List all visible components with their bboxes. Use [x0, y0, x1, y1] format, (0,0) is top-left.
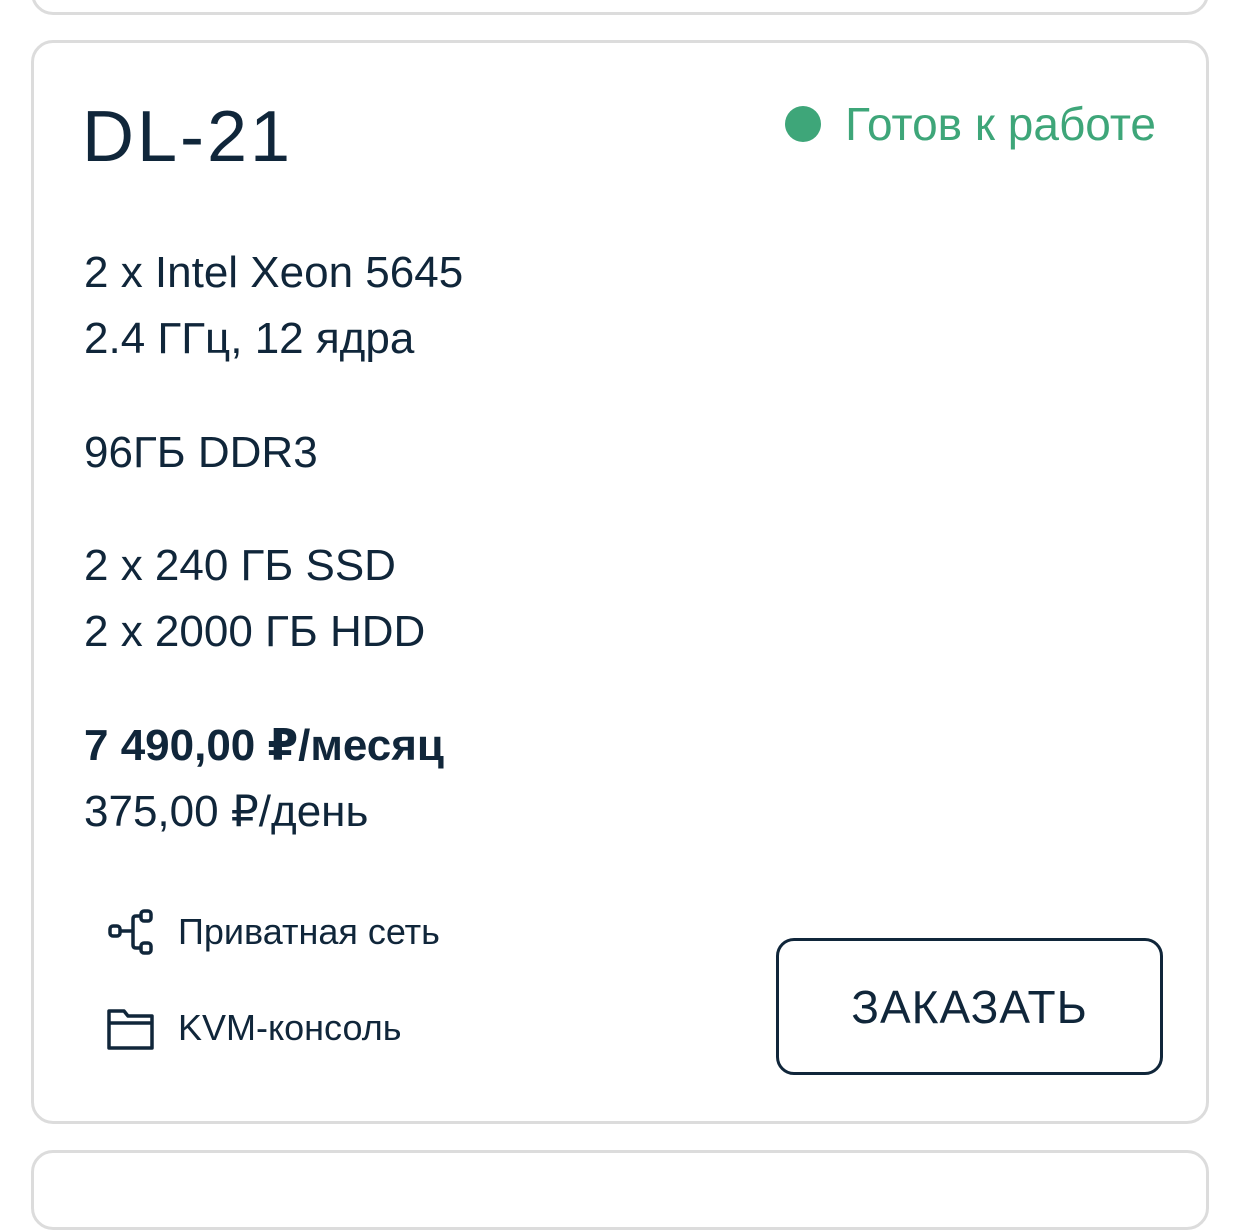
price-daily: 375,00 ₽/день [84, 787, 369, 836]
folder-icon [106, 1003, 156, 1053]
price-block: 7 490,00 ₽/месяц 375,00 ₽/день [84, 713, 444, 845]
next-server-card [31, 1150, 1209, 1230]
status-dot-icon [785, 106, 822, 142]
feature-kvm-console: KVM-консоль [106, 1003, 401, 1053]
order-button[interactable]: ЗАКАЗАТЬ [776, 938, 1163, 1075]
previous-server-card [31, 0, 1209, 15]
status-label: Готов к работе [845, 98, 1156, 150]
feature-label: Приватная сеть [178, 911, 440, 952]
feature-private-network: Приватная сеть [106, 907, 440, 957]
status-indicator: Готов к работе [785, 101, 1156, 147]
storage-hdd: 2 x 2000 ГБ HDD [84, 607, 426, 656]
price-monthly: 7 490,00 ₽/месяц [84, 721, 444, 770]
cpu-model: 2 x Intel Xeon 5645 [84, 248, 464, 297]
ram-spec: 96ГБ DDR3 [84, 420, 318, 486]
cpu-frequency-cores: 2.4 ГГц, 12 ядра [84, 314, 415, 363]
server-card: DL-21 Готов к работе 2 x Intel Xeon 5645… [31, 40, 1209, 1124]
cpu-spec: 2 x Intel Xeon 5645 2.4 ГГц, 12 ядра [84, 240, 463, 372]
storage-spec: 2 x 240 ГБ SSD 2 x 2000 ГБ HDD [84, 533, 425, 665]
storage-ssd: 2 x 240 ГБ SSD [84, 541, 396, 590]
server-name: DL-21 [82, 97, 294, 177]
ram-value: 96ГБ DDR3 [84, 428, 318, 477]
feature-label: KVM-консоль [178, 1007, 402, 1048]
network-icon [106, 907, 156, 957]
